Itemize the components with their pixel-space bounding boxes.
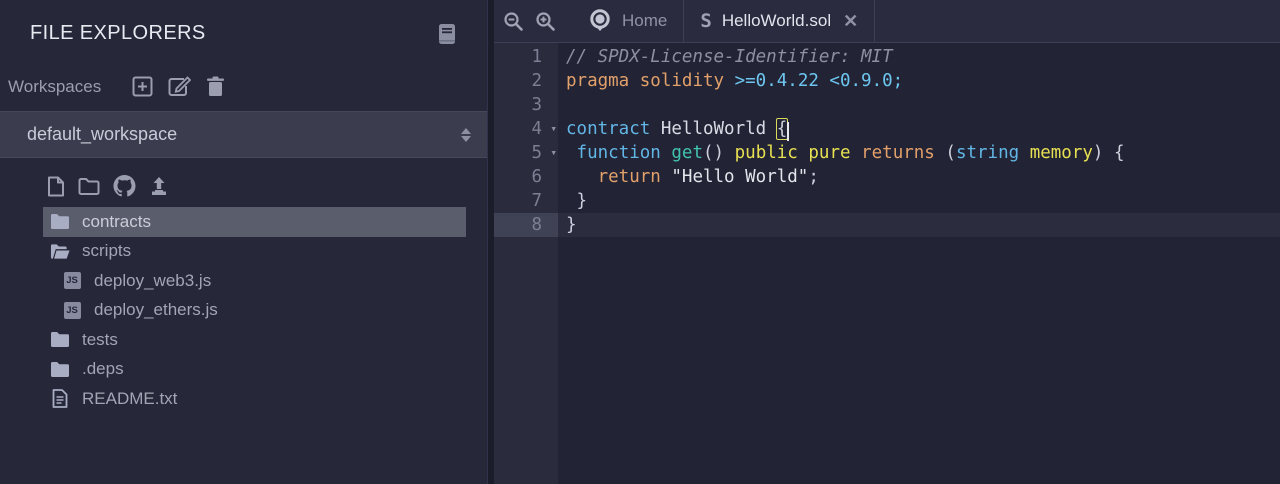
workspace-select[interactable]: default_workspace (0, 111, 487, 158)
js-badge: JS (64, 302, 81, 319)
tree-item-label: contracts (82, 212, 151, 232)
folder-icon (50, 361, 70, 378)
code-line[interactable]: 2pragma solidity >=0.4.22 <0.9.0; (494, 69, 1280, 93)
tree-item-readme-txt[interactable]: README.txt (43, 384, 466, 414)
trash-icon (206, 76, 225, 97)
solidity-file-icon: S (700, 10, 711, 32)
line-number: 4▾ (494, 117, 558, 141)
file-explorer-panel: FILE EXPLORERS Workspaces (0, 0, 488, 484)
create-workspace-button[interactable] (132, 76, 153, 97)
tree-item-label: .deps (82, 359, 124, 379)
remix-ide-window: FILE EXPLORERS Workspaces (0, 0, 1280, 484)
js-badge: JS (64, 272, 81, 289)
code-text[interactable]: } (558, 213, 1280, 237)
file-actions-toolbar (0, 175, 487, 197)
tab-helloworld-sol[interactable]: S HelloWorld.sol ✕ (684, 0, 875, 42)
tree-item-label: deploy_web3.js (94, 271, 211, 291)
code-text[interactable]: function get() public pure returns (stri… (558, 141, 1280, 165)
upload-icon (149, 176, 169, 197)
folder-icon (50, 213, 70, 230)
zoom-out-button[interactable] (504, 12, 523, 31)
tab-home-label: Home (622, 11, 667, 31)
delete-workspace-button[interactable] (206, 76, 225, 97)
line-number: 2 (494, 69, 558, 93)
tree-item-scripts[interactable]: scripts (43, 237, 466, 267)
tree-item-tests[interactable]: tests (43, 325, 466, 355)
new-file-button[interactable] (47, 176, 65, 197)
new-folder-button[interactable] (78, 177, 100, 196)
github-icon (113, 175, 136, 197)
fold-arrow-icon[interactable]: ▾ (550, 141, 557, 165)
folder-icon (50, 361, 70, 378)
line-number: 5▾ (494, 141, 558, 165)
folder-open-icon (50, 243, 70, 260)
text-cursor (787, 122, 789, 141)
upload-file-button[interactable] (149, 176, 169, 197)
select-spinner-icon (461, 128, 471, 142)
code-line[interactable]: 1// SPDX-License-Identifier: MIT (494, 45, 1280, 69)
code-line[interactable]: 3 (494, 93, 1280, 117)
fold-arrow-icon[interactable]: ▾ (550, 117, 557, 141)
tree-item-label: tests (82, 330, 118, 350)
zoom-in-icon (536, 12, 555, 31)
code-text[interactable]: pragma solidity >=0.4.22 <0.9.0; (558, 69, 1280, 93)
code-text[interactable]: // SPDX-License-Identifier: MIT (558, 45, 1280, 69)
tree-item-deploy-ethers-js[interactable]: JS deploy_ethers.js (43, 296, 466, 326)
new-file-icon (47, 176, 65, 197)
file-explorer-header: FILE EXPLORERS (0, 0, 487, 45)
editor-panel: Home S HelloWorld.sol ✕ 1// SPDX-License… (494, 0, 1280, 484)
plugin-doc-icon[interactable] (437, 23, 457, 45)
tree-item--deps[interactable]: .deps (43, 355, 466, 385)
folder-icon (50, 213, 70, 230)
remix-logo-icon (588, 8, 612, 34)
tree-item-contracts[interactable]: contracts (43, 207, 466, 237)
file-tree: contractsscriptsJSdeploy_web3.jsJSdeploy… (0, 207, 487, 414)
code-text[interactable]: return "Hello World"; (558, 165, 1280, 189)
code-line[interactable]: 6 return "Hello World"; (494, 165, 1280, 189)
code-editor[interactable]: 1// SPDX-License-Identifier: MIT2pragma … (494, 43, 1280, 484)
js-file-icon: JS (62, 302, 82, 319)
code-line[interactable]: 8} (494, 213, 1280, 237)
editor-tabbar: Home S HelloWorld.sol ✕ (494, 0, 1280, 43)
tab-home[interactable]: Home (572, 0, 684, 42)
new-folder-icon (78, 177, 100, 196)
edit-pencil-icon (168, 76, 191, 97)
line-number: 7 (494, 189, 558, 213)
code-text[interactable]: } (558, 189, 1280, 213)
book-icon (437, 23, 457, 45)
code-line[interactable]: 5▾ function get() public pure returns (s… (494, 141, 1280, 165)
workspaces-label: Workspaces (8, 77, 101, 97)
js-file-icon: JS (62, 272, 82, 289)
file-icon (50, 389, 70, 408)
plus-square-icon (132, 76, 153, 97)
folder-open-icon (50, 243, 70, 260)
zoom-out-icon (504, 12, 523, 31)
tree-item-label: deploy_ethers.js (94, 300, 218, 320)
line-number: 8 (494, 213, 558, 237)
editor-zoom-controls (494, 0, 568, 42)
folder-icon (50, 331, 70, 348)
tree-item-label: scripts (82, 241, 131, 261)
code-text[interactable] (558, 93, 1280, 117)
panel-title: FILE EXPLORERS (30, 22, 206, 45)
workspaces-toolbar: Workspaces (0, 76, 487, 97)
code-text[interactable]: contract HelloWorld { (558, 117, 1280, 141)
file-icon (52, 389, 68, 408)
zoom-in-button[interactable] (536, 12, 555, 31)
clone-git-repo-button[interactable] (113, 175, 136, 197)
workspace-selected-value: default_workspace (27, 124, 177, 145)
code-line[interactable]: 7 } (494, 189, 1280, 213)
line-number: 6 (494, 165, 558, 189)
tree-item-label: README.txt (82, 389, 177, 409)
line-number: 3 (494, 93, 558, 117)
folder-icon (50, 331, 70, 348)
code-line[interactable]: 4▾contract HelloWorld { (494, 117, 1280, 141)
tree-item-deploy-web3-js[interactable]: JS deploy_web3.js (43, 266, 466, 296)
line-number: 1 (494, 45, 558, 69)
rename-workspace-button[interactable] (168, 76, 191, 97)
tab-close-icon[interactable]: ✕ (843, 11, 858, 32)
tab-file-label: HelloWorld.sol (722, 11, 831, 31)
